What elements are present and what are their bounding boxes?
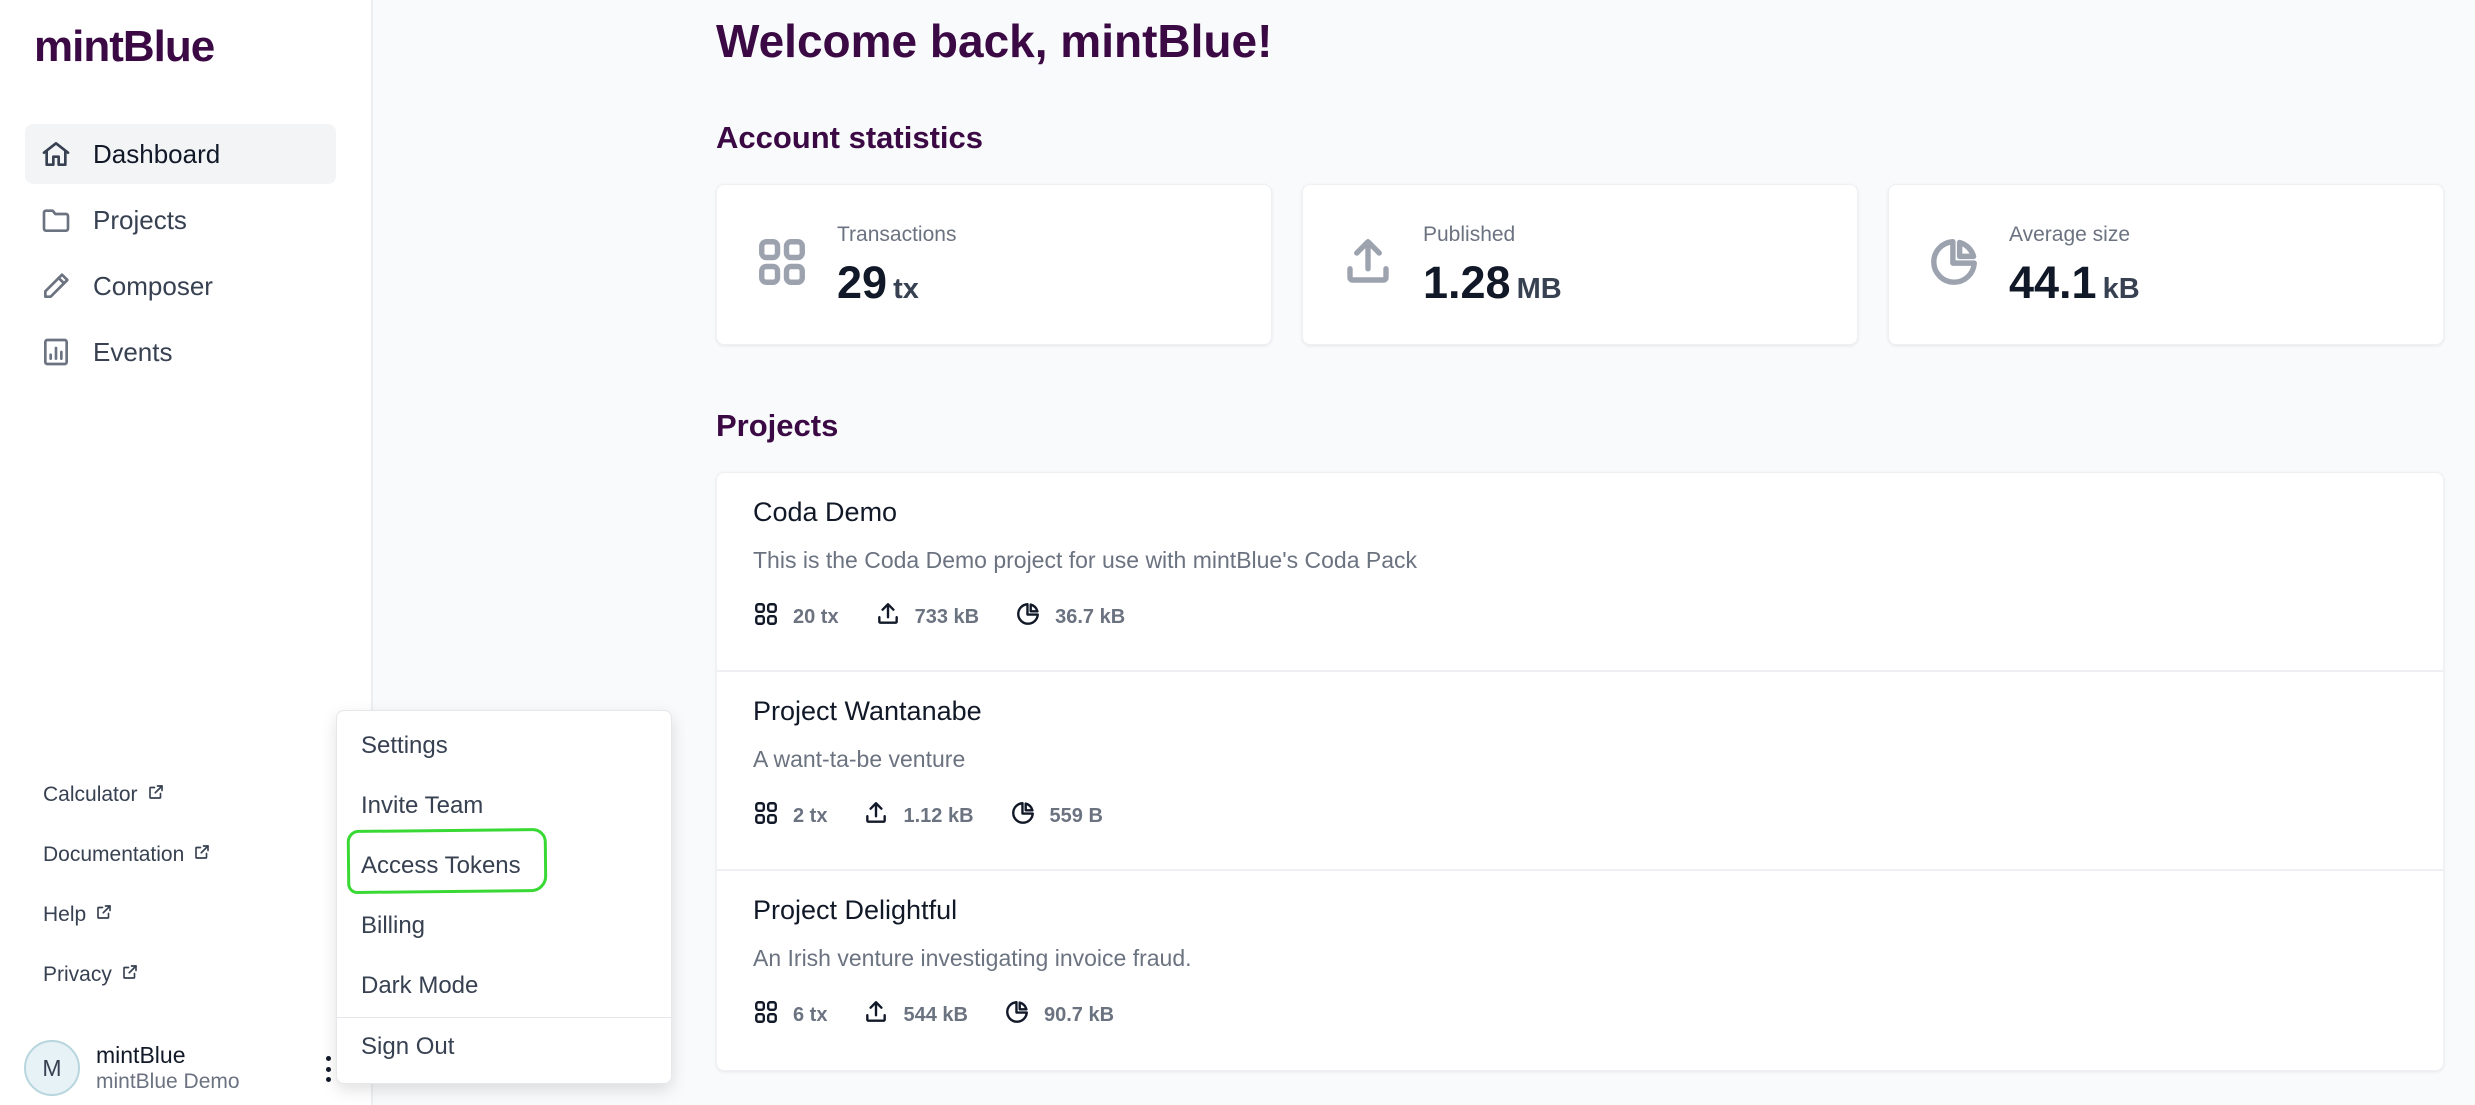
user-org: mintBlue Demo bbox=[96, 1070, 240, 1093]
stat-label: Average size bbox=[2009, 223, 2131, 246]
project-tx: 2 tx bbox=[753, 800, 827, 832]
projects-title: Projects bbox=[716, 408, 839, 443]
grid-icon bbox=[755, 235, 809, 289]
pie-chart-icon bbox=[1004, 999, 1044, 1031]
project-name: Coda Demo bbox=[753, 497, 898, 527]
logo[interactable]: mintBlue bbox=[34, 22, 215, 72]
stat-value: 29 tx bbox=[837, 257, 919, 308]
pie-chart-icon bbox=[1015, 601, 1055, 633]
project-stats: 20 tx 733 kB 36.7 kB bbox=[753, 601, 1161, 633]
upload-icon bbox=[863, 800, 903, 832]
project-avg: 559 B bbox=[1010, 800, 1103, 832]
pie-chart-icon bbox=[1010, 800, 1050, 832]
chart-icon bbox=[39, 335, 73, 369]
menu-item-settings[interactable]: Settings bbox=[361, 726, 448, 766]
menu-item-dark-mode[interactable]: Dark Mode bbox=[361, 966, 478, 1006]
sidebar-nav: Dashboard Projects Composer Events bbox=[25, 124, 336, 388]
project-item-wantanabe[interactable]: Project Wantanabe A want-ta-be venture 2… bbox=[717, 672, 2443, 871]
home-icon bbox=[39, 137, 73, 171]
project-name: Project Delightful bbox=[753, 895, 958, 925]
menu-item-billing[interactable]: Billing bbox=[361, 906, 425, 946]
project-tx: 6 tx bbox=[753, 999, 827, 1031]
grid-icon bbox=[753, 601, 793, 633]
project-description: This is the Coda Demo project for use wi… bbox=[753, 547, 1418, 573]
more-options-icon[interactable] bbox=[318, 1053, 338, 1085]
user-info: mintBlue mintBlue Demo bbox=[96, 1041, 240, 1095]
menu-item-invite-team[interactable]: Invite Team bbox=[361, 786, 483, 826]
upload-icon bbox=[875, 601, 915, 633]
project-description: A want-ta-be venture bbox=[753, 746, 966, 772]
projects-list: Coda Demo This is the Coda Demo project … bbox=[716, 472, 2444, 1071]
sidebar-item-label: Dashboard bbox=[93, 138, 221, 169]
sidebar-item-label: Projects bbox=[93, 204, 187, 235]
pie-chart-icon bbox=[1927, 235, 1981, 289]
sidebar-item-label: Composer bbox=[93, 270, 213, 301]
stat-value: 1.28 MB bbox=[1423, 257, 1562, 308]
stat-card-published: Published 1.28 MB bbox=[1302, 184, 1858, 345]
upload-icon bbox=[1341, 235, 1395, 289]
stat-label: Transactions bbox=[837, 223, 957, 246]
upload-icon bbox=[863, 999, 903, 1031]
stats-row: Transactions 29 tx Published 1.28 MB Avera… bbox=[716, 184, 2444, 345]
help-link[interactable]: Help bbox=[43, 885, 211, 945]
calculator-link[interactable]: Calculator bbox=[43, 765, 211, 825]
menu-divider bbox=[337, 1017, 671, 1018]
external-link-icon bbox=[184, 843, 211, 867]
project-avg: 36.7 kB bbox=[1015, 601, 1125, 633]
project-item-coda-demo[interactable]: Coda Demo This is the Coda Demo project … bbox=[717, 473, 2443, 672]
stat-card-transactions: Transactions 29 tx bbox=[716, 184, 1272, 345]
avatar[interactable]: M bbox=[24, 1040, 80, 1096]
project-item-delightful[interactable]: Project Delightful An Irish venture inve… bbox=[717, 871, 2443, 1070]
page-title: Welcome back, mintBlue! bbox=[716, 15, 1273, 67]
project-size: 544 kB bbox=[863, 999, 968, 1031]
stat-label: Published bbox=[1423, 223, 1516, 246]
project-name: Project Wantanabe bbox=[753, 696, 982, 726]
pencil-icon bbox=[39, 269, 73, 303]
sidebar-item-events[interactable]: Events bbox=[25, 322, 336, 382]
documentation-link[interactable]: Documentation bbox=[43, 825, 211, 885]
project-size: 1.12 kB bbox=[863, 800, 974, 832]
folder-icon bbox=[39, 203, 73, 237]
privacy-link[interactable]: Privacy bbox=[43, 945, 211, 1005]
sidebar-item-projects[interactable]: Projects bbox=[25, 190, 336, 250]
project-avg: 90.7 kB bbox=[1004, 999, 1114, 1031]
menu-item-sign-out[interactable]: Sign Out bbox=[361, 1027, 454, 1067]
project-description: An Irish venture investigating invoice f… bbox=[753, 945, 1192, 971]
user-menu: Settings Invite Team Access Tokens Billi… bbox=[336, 710, 672, 1084]
user-profile[interactable]: M mintBlue mintBlue Demo bbox=[24, 1039, 344, 1097]
external-link-icon bbox=[86, 903, 113, 927]
stat-card-average-size: Average size 44.1 kB bbox=[1888, 184, 2444, 345]
project-size: 733 kB bbox=[875, 601, 979, 633]
stats-title: Account statistics bbox=[716, 120, 984, 155]
grid-icon bbox=[753, 800, 793, 832]
menu-item-access-tokens[interactable]: Access Tokens bbox=[361, 846, 521, 886]
user-name: mintBlue bbox=[96, 1042, 186, 1068]
project-stats: 6 tx 544 kB 90.7 kB bbox=[753, 999, 1150, 1031]
sidebar-links: Calculator Documentation Help Privacy bbox=[43, 765, 211, 1005]
sidebar: mintBlue Dashboard Projects Composer Eve… bbox=[0, 0, 373, 1105]
project-stats: 2 tx 1.12 kB 559 B bbox=[753, 800, 1139, 832]
sidebar-item-label: Events bbox=[93, 336, 173, 367]
external-link-icon bbox=[138, 783, 165, 807]
project-tx: 20 tx bbox=[753, 601, 839, 633]
sidebar-item-composer[interactable]: Composer bbox=[25, 256, 336, 316]
grid-icon bbox=[753, 999, 793, 1031]
sidebar-item-dashboard[interactable]: Dashboard bbox=[25, 124, 336, 184]
stat-value: 44.1 kB bbox=[2009, 257, 2140, 308]
external-link-icon bbox=[112, 963, 139, 987]
